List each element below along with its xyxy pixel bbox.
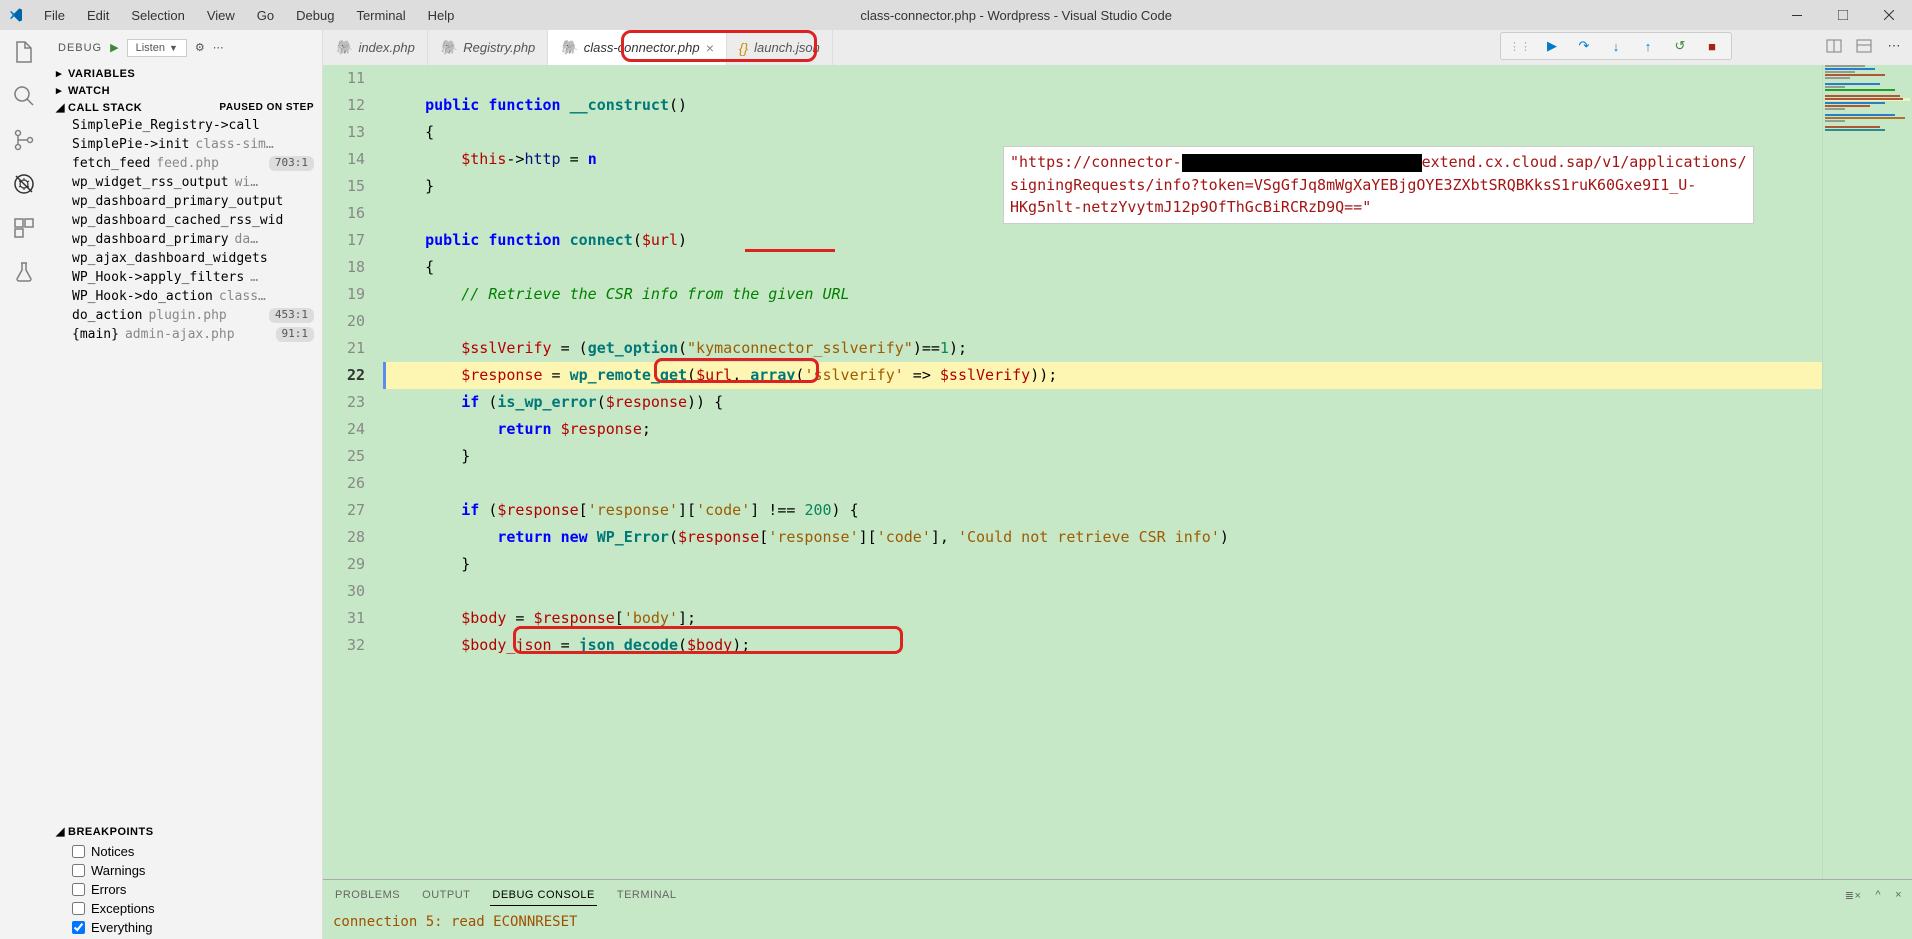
debug-hover-tooltip: "https://connector-extend.cx.cloud.sap/v… xyxy=(1003,146,1754,224)
debug-start-button[interactable]: ▶ xyxy=(110,41,118,54)
stack-frame[interactable]: fetch_feedfeed.php703:1 xyxy=(48,154,322,173)
menu-edit[interactable]: Edit xyxy=(83,6,113,25)
layout-icon[interactable] xyxy=(1854,36,1874,56)
source-control-icon[interactable] xyxy=(12,128,36,152)
menu-terminal[interactable]: Terminal xyxy=(352,6,409,25)
debug-more-icon[interactable]: ⋯ xyxy=(213,41,224,54)
window-title: class-connector.php - Wordpress - Visual… xyxy=(860,8,1172,23)
stack-frame[interactable]: wp_ajax_dashboard_widgets xyxy=(48,249,322,268)
menu-bar: File Edit Selection View Go Debug Termin… xyxy=(40,6,458,25)
explorer-icon[interactable] xyxy=(12,40,36,64)
menu-help[interactable]: Help xyxy=(424,6,459,25)
stop-button[interactable]: ■ xyxy=(1697,34,1727,58)
tab-close-icon[interactable]: × xyxy=(706,40,714,56)
menu-file[interactable]: File xyxy=(40,6,69,25)
breakpoint-item[interactable]: Errors xyxy=(48,880,322,899)
panel-tab-problems[interactable]: PROBLEMS xyxy=(333,885,402,905)
breakpoint-item[interactable]: Everything xyxy=(48,918,322,937)
activity-bar xyxy=(0,30,48,939)
debug-toolbar[interactable]: ⋮⋮ ▶ ↷ ↓ ↑ ↺ ■ xyxy=(1500,32,1732,60)
panel-tab-debugconsole[interactable]: DEBUG CONSOLE xyxy=(490,885,596,906)
line-gutter: 11 12 13 14 15 16 17 18 19 20 21 22 23 2… xyxy=(323,65,383,879)
section-watch[interactable]: ▸WATCH xyxy=(48,82,322,99)
tab-class-connector[interactable]: 🐘class-connector.php× xyxy=(548,30,726,65)
breakpoint-item[interactable]: Warnings xyxy=(48,861,322,880)
editor-area: 🐘index.php 🐘Registry.php 🐘class-connecto… xyxy=(323,30,1912,939)
bottom-panel: PROBLEMS OUTPUT DEBUG CONSOLE TERMINAL ≣… xyxy=(323,879,1912,939)
menu-selection[interactable]: Selection xyxy=(127,6,188,25)
menu-go[interactable]: Go xyxy=(253,6,278,25)
breakpoint-item[interactable]: Notices xyxy=(48,842,322,861)
stack-frame[interactable]: SimplePie_Registry->call xyxy=(48,116,322,135)
panel-tab-output[interactable]: OUTPUT xyxy=(420,885,472,905)
section-callstack[interactable]: ◢CALL STACKPAUSED ON STEP xyxy=(48,99,322,116)
breakpoint-checkbox[interactable] xyxy=(72,921,85,934)
section-variables[interactable]: ▸VARIABLES xyxy=(48,65,322,82)
panel-tabs: PROBLEMS OUTPUT DEBUG CONSOLE TERMINAL ≣… xyxy=(323,880,1912,910)
code-editor[interactable]: 11 12 13 14 15 16 17 18 19 20 21 22 23 2… xyxy=(323,65,1912,879)
panel-tab-terminal[interactable]: TERMINAL xyxy=(615,885,679,905)
split-editor-icon[interactable] xyxy=(1824,36,1844,56)
debug-drag-handle[interactable]: ⋮⋮ xyxy=(1505,34,1535,58)
minimap[interactable] xyxy=(1822,65,1912,879)
menu-debug[interactable]: Debug xyxy=(292,6,338,25)
section-breakpoints[interactable]: ◢BREAKPOINTS xyxy=(48,823,322,840)
close-panel-icon[interactable]: × xyxy=(1895,889,1902,902)
debug-config-select[interactable]: Listen ▼ xyxy=(127,39,187,57)
call-stack-list: SimplePie_Registry->call SimplePie->init… xyxy=(48,116,322,344)
more-actions-icon[interactable]: ⋯ xyxy=(1884,36,1904,56)
debug-console-output: connection 5: read ECONNRESET xyxy=(323,910,1912,939)
tab-registry[interactable]: 🐘Registry.php xyxy=(428,30,548,65)
maximize-button[interactable] xyxy=(1820,0,1866,30)
title-bar: File Edit Selection View Go Debug Termin… xyxy=(0,0,1912,30)
extensions-icon[interactable] xyxy=(12,216,36,240)
stack-frame[interactable]: SimplePie->initclass-sim… xyxy=(48,135,322,154)
continue-button[interactable]: ▶ xyxy=(1537,34,1567,58)
search-icon[interactable] xyxy=(12,84,36,108)
stack-frame[interactable]: wp_dashboard_primaryda… xyxy=(48,230,322,249)
breakpoint-checkbox[interactable] xyxy=(72,902,85,915)
stack-frame[interactable]: wp_dashboard_primary_output xyxy=(48,192,322,211)
clear-console-icon[interactable]: ≣× xyxy=(1845,889,1862,902)
stack-frame[interactable]: wp_dashboard_cached_rss_wid xyxy=(48,211,322,230)
stack-frame[interactable]: WP_Hook->apply_filters… xyxy=(48,268,322,287)
tab-index[interactable]: 🐘index.php xyxy=(323,30,428,65)
stack-frame[interactable]: {main}admin-ajax.php91:1 xyxy=(48,325,322,344)
breakpoint-checkbox[interactable] xyxy=(72,864,85,877)
breakpoint-item[interactable]: Exceptions xyxy=(48,899,322,918)
debug-label: DEBUG xyxy=(58,42,102,54)
close-button[interactable] xyxy=(1866,0,1912,30)
debug-header: DEBUG ▶ Listen ▼ ⚙ ⋯ xyxy=(48,30,322,65)
php-icon: 🐘 xyxy=(440,39,457,56)
breakpoint-checkbox[interactable] xyxy=(72,845,85,858)
php-icon: 🐘 xyxy=(335,39,352,56)
breakpoints-list: Notices Warnings Errors Exceptions Every… xyxy=(48,840,322,939)
step-into-button[interactable]: ↓ xyxy=(1601,34,1631,58)
maximize-panel-icon[interactable]: ^ xyxy=(1875,889,1881,902)
testing-icon[interactable] xyxy=(12,260,36,284)
debug-sidebar: DEBUG ▶ Listen ▼ ⚙ ⋯ ▸VARIABLES ▸WATCH ◢… xyxy=(48,30,323,939)
debug-settings-icon[interactable]: ⚙ xyxy=(195,41,205,54)
vscode-icon xyxy=(8,7,24,23)
step-out-button[interactable]: ↑ xyxy=(1633,34,1663,58)
step-over-button[interactable]: ↷ xyxy=(1569,34,1599,58)
php-icon: 🐘 xyxy=(560,39,577,56)
stack-frame[interactable]: wp_widget_rss_outputwi… xyxy=(48,173,322,192)
tab-launch-json[interactable]: {}launch.json xyxy=(727,30,833,65)
menu-view[interactable]: View xyxy=(203,6,239,25)
restart-button[interactable]: ↺ xyxy=(1665,34,1695,58)
minimize-button[interactable] xyxy=(1774,0,1820,30)
stack-frame[interactable]: do_actionplugin.php453:1 xyxy=(48,306,322,325)
json-icon: {} xyxy=(739,40,748,56)
redacted-content xyxy=(1182,154,1422,172)
stack-frame[interactable]: WP_Hook->do_actionclass… xyxy=(48,287,322,306)
breakpoint-checkbox[interactable] xyxy=(72,883,85,896)
debug-icon[interactable] xyxy=(12,172,36,196)
